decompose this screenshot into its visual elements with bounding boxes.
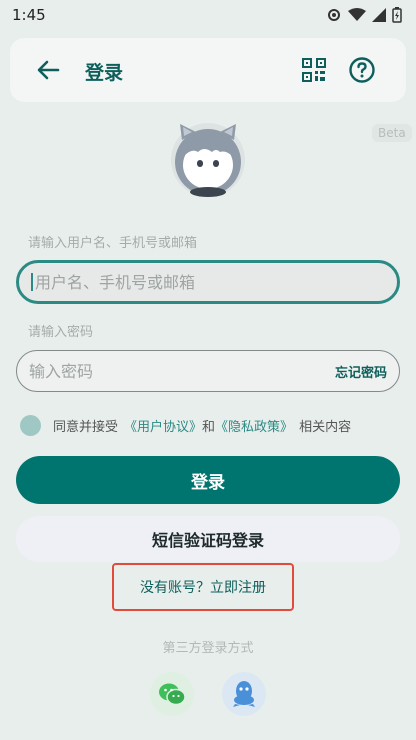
register-highlight-box: 没有账号？立即注册 xyxy=(112,563,294,611)
agreement-row: 同意并接受 《用户协议》 和 《隐私政策》 相关内容 xyxy=(20,414,351,436)
username-input[interactable] xyxy=(35,272,335,292)
qr-code-icon xyxy=(302,58,326,82)
password-input[interactable] xyxy=(29,361,329,381)
wifi-icon xyxy=(348,8,366,21)
status-icons xyxy=(326,7,402,23)
text-cursor xyxy=(31,273,33,291)
qq-icon xyxy=(233,681,255,707)
arrow-left-icon xyxy=(37,60,60,80)
help-icon xyxy=(349,57,375,83)
wechat-login-button[interactable] xyxy=(150,672,194,716)
agreement-prefix: 同意并接受 xyxy=(53,419,119,435)
wechat-icon xyxy=(159,683,186,706)
sms-login-button[interactable]: 短信验证码登录 xyxy=(16,516,400,562)
signal-icon xyxy=(372,8,386,22)
login-button[interactable]: 登录 xyxy=(16,456,400,504)
third-party-login-label: 第三方登录方式 xyxy=(162,641,254,656)
settings-icon xyxy=(328,9,340,21)
qr-scan-button[interactable] xyxy=(302,58,326,82)
privacy-policy-link[interactable]: 《隐私政策》 xyxy=(215,416,293,435)
battery-icon xyxy=(392,7,402,23)
back-button[interactable] xyxy=(34,56,62,84)
agreement-and: 和 xyxy=(202,419,216,435)
qq-login-button[interactable] xyxy=(222,672,266,716)
avatar[interactable] xyxy=(168,118,248,198)
agreement-checkbox[interactable] xyxy=(20,414,41,436)
status-bar: 1:45 xyxy=(0,0,416,30)
password-field[interactable]: 忘记密码 xyxy=(16,350,400,392)
password-label: 请输入密码 xyxy=(28,325,94,340)
username-field[interactable] xyxy=(16,260,400,304)
page-title: 登录 xyxy=(85,62,124,84)
username-label: 请输入用户名、手机号或邮箱 xyxy=(28,236,198,251)
register-link[interactable]: 没有账号？立即注册 xyxy=(140,577,266,597)
agreement-suffix: 相关内容 xyxy=(299,419,352,435)
app-bar: 登录 xyxy=(10,38,406,102)
status-time: 1:45 xyxy=(12,6,46,24)
beta-badge: Beta xyxy=(372,124,412,142)
help-button[interactable] xyxy=(348,56,376,84)
user-agreement-link[interactable]: 《用户协议》 xyxy=(124,416,202,435)
cat-hood-avatar-icon xyxy=(171,123,245,197)
forgot-password-link[interactable]: 忘记密码 xyxy=(335,362,387,381)
